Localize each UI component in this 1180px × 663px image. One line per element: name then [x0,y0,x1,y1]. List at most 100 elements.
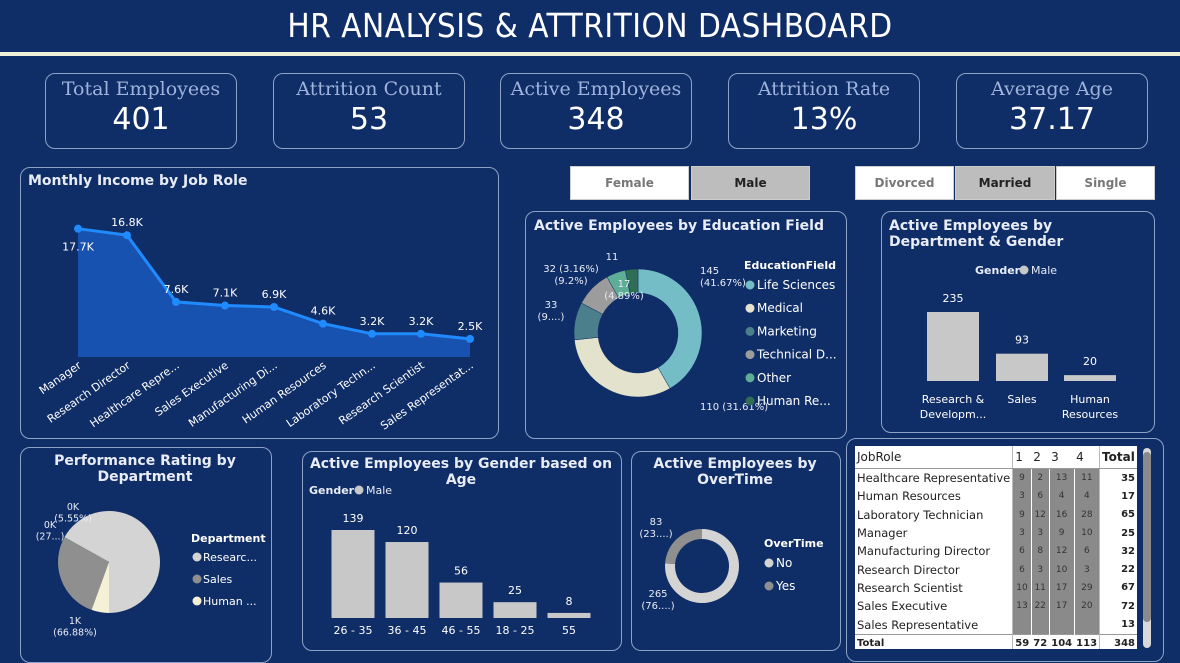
income-category-label: Human Resources [240,359,329,427]
matrix-value-cell [1048,615,1075,635]
perf-legend-swatch [192,574,202,584]
income-category-label: Healthcare Repre... [88,359,182,430]
age-bar [385,542,429,618]
perf-data-label: 0K [67,502,80,513]
income-data-label: 6.9K [262,288,287,301]
matrix-row-label: Research Director [855,560,1014,579]
edu-legend-swatch [745,396,755,406]
matrix-scrollbar-thumb[interactable] [1143,452,1151,622]
dept-category-label: Sales [1007,393,1037,406]
perf-legend-title: Department [191,532,266,545]
kpi-label: Active Employees [510,78,682,100]
matrix-value-cell: 6 [1012,542,1032,561]
perf-data-label: (66.88%) [53,628,97,639]
edu-legend-label: Human Re... [757,394,831,408]
income-point [466,334,474,343]
chart-title: Active Employees by Education Field [534,218,824,234]
edu-legend-label: Life Sciences [757,278,835,292]
chart-title: Active Employees by Department & Gender [889,218,1064,250]
income-data-label: 3.2K [409,315,434,328]
slicer-gender-female[interactable]: Female [570,166,689,200]
ot-data-label: (76....) [641,601,674,612]
kpi-value: 53 [349,102,389,137]
edu-legend-swatch [745,303,755,313]
title-divider [0,52,1180,56]
matrix-value-cell: 17 [1048,597,1075,616]
table-row: Laboratory Technician 9 12 16 28 65 [855,505,1137,524]
edu-data-label: (4.89%) [604,291,644,302]
income-data-label: 17.7K [62,241,94,254]
perf-legend-label: Researc... [203,551,257,564]
matrix-value-cell: 17 [1048,578,1075,598]
dept-category-label: Developm... [920,408,987,421]
dept-data-label: 20 [1083,355,1097,368]
edu-data-label: (41.67%) [700,278,746,289]
matrix-value-cell: 4 [1074,446,1100,469]
matrix-total-cell: 348 [1099,633,1137,649]
matrix-header-row: JobRole 1 2 3 4 Total [855,446,1137,469]
ot-legend-label: Yes [775,579,795,593]
job-role-matrix[interactable]: JobRole 1 2 3 4 Total Healthcare Representativ… [855,446,1137,649]
edu-data-label: 11 [606,252,619,263]
page-title: HR ANALYSIS & ATTRITION DASHBOARD [287,6,893,45]
matrix-total-cell: 35 [1099,468,1137,488]
matrix-value-cell: 3 [1049,446,1075,469]
edu-legend-title: EducationField [744,259,836,272]
table-row: Healthcare Representative 9 2 13 11 35 [855,468,1137,488]
edu-data-label: 33 [545,300,558,311]
income-point [270,302,278,311]
age-category-label: 46 - 55 [442,624,481,637]
chart-title: Active Employees by OverTime [653,456,817,488]
overtime-chart: 265(76....) 83(23....) OverTime No Yes [639,517,823,612]
table-row: Research Scientist 10 11 17 29 67 [855,578,1137,598]
matrix-row-label: Sales Representative [855,615,1014,635]
matrix-total-cell: 22 [1099,560,1137,579]
matrix-total-cell: 65 [1099,505,1137,524]
kpi-active-employees: Active Employees 348 [500,73,692,149]
age-legend-swatch [354,485,364,495]
edu-data-label: (9.2%) [554,276,587,287]
matrix-value-cell [1073,615,1100,635]
slicer-gender-male[interactable]: Male [691,166,810,200]
income-data-label: 3.2K [360,315,385,328]
ot-legend-swatch [764,558,774,568]
age-data-label: 139 [343,512,364,525]
matrix-total-cell: 17 [1099,487,1137,506]
table-row: Manager 3 3 9 10 25 [855,523,1137,543]
matrix-row-label: Manager [855,523,1014,543]
edu-legend-label: Marketing [757,324,817,338]
matrix-scrollbar[interactable] [1143,448,1151,648]
matrix-row-label: Research Scientist [855,578,1014,598]
income-data-label: 16.8K [111,216,143,229]
department-gender-chart: Gender Male 235 93 20 Research & Developm... Sa… [920,264,1119,421]
age-data-label: 25 [508,584,522,597]
matrix-value-cell: 20 [1073,597,1100,616]
monthly-income-chart: 17.7K Manager 16.8K Research Director 7.6K He… [37,216,483,430]
matrix-value-cell: 3 [1073,560,1100,579]
kpi-label: Attrition Count [296,78,442,100]
matrix-value-cell: 9 [1012,468,1032,488]
edu-legend-swatch [745,326,755,336]
slicer-marital-divorced[interactable]: Divorced [855,166,954,200]
matrix-value-cell: 3 [1012,487,1032,506]
table-row: Human Resources 3 6 4 4 17 [855,487,1137,506]
age-category-label: 55 [562,624,576,637]
slicer-marital-single[interactable]: Single [1056,166,1155,200]
matrix-value-cell: 11 [1030,578,1050,598]
matrix-value-cell [1030,615,1050,635]
matrix-value-cell: 113 [1074,633,1100,649]
dept-category-label: Resources [1062,408,1118,421]
dept-category-label: Human [1070,393,1110,406]
matrix-value-cell: 9 [1048,523,1075,543]
slicer-marital-married[interactable]: Married [955,166,1055,200]
income-point [172,297,180,306]
ot-legend-label: No [776,556,792,570]
matrix-value-cell: 59 [1012,633,1032,649]
kpi-value: 401 [112,102,170,137]
age-bar [493,602,537,618]
matrix-value-cell: 3 [1012,523,1032,543]
edu-legend-label: Technical D... [756,348,837,362]
edu-data-label: (9....) [538,312,565,323]
matrix-value-cell: 10 [1048,560,1075,579]
ot-data-label: 265 [648,589,667,600]
